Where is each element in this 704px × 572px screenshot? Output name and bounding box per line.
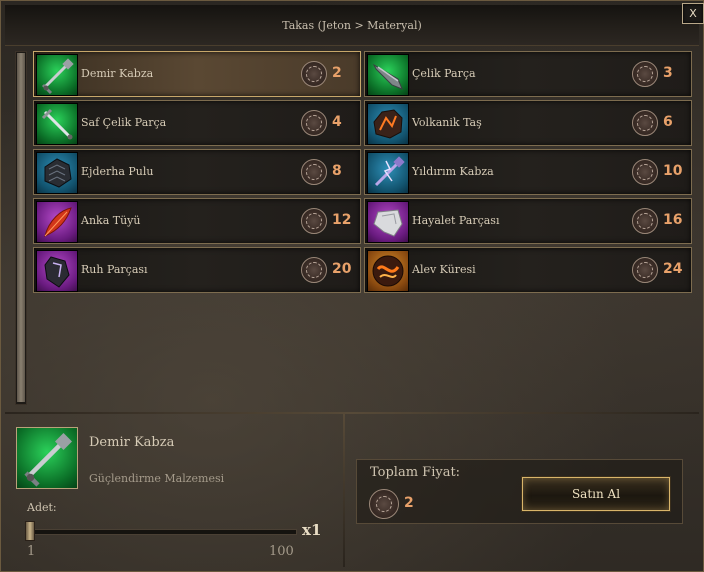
soul-fragment-icon [36,250,78,292]
item-price: 20 [332,261,352,277]
item-price: 6 [663,114,673,130]
item-price: 16 [663,212,683,228]
token-coin-icon [632,159,658,185]
item-slot[interactable]: Saf Çelik Parça 4 [33,100,361,146]
item-list-scrollbar[interactable] [15,51,27,405]
buy-button[interactable]: Satın Al [522,477,670,511]
flame-orb-icon [367,250,409,292]
quantity-min-label: 1 [27,544,36,559]
item-slot[interactable]: Volkanik Taş 6 [364,100,692,146]
trade-window: Takas (Jeton > Materyal) X Demir Kabza 2 Ç… [0,0,704,572]
total-price-value: 2 [404,495,414,511]
steel-piece-icon [367,54,409,96]
token-coin-icon [301,208,327,234]
divider [343,414,345,567]
quantity-slider-handle[interactable] [25,521,35,541]
item-price: 24 [663,261,683,277]
lightning-hilt-icon [367,152,409,194]
selected-item-icon [16,427,78,489]
close-button[interactable]: X [682,3,704,24]
item-slot[interactable]: Ruh Parçası 20 [33,247,361,293]
divider [5,412,699,414]
item-price: 12 [332,212,352,228]
item-price: 10 [663,163,683,179]
item-name: Ejderha Pulu [81,165,154,178]
iron-hilt-icon [36,54,78,96]
item-slot[interactable]: Anka Tüyü 12 [33,198,361,244]
selected-item-type: Güçlendirme Malzemesi [89,472,225,485]
item-name: Saf Çelik Parça [81,116,167,129]
scrollbar-thumb[interactable] [17,53,25,402]
window-title: Takas (Jeton > Materyal) [282,19,422,32]
token-coin-icon [632,208,658,234]
pure-steel-piece-icon [36,103,78,145]
item-price: 8 [332,163,342,179]
selected-item-name: Demir Kabza [89,435,175,450]
token-coin-icon [301,61,327,87]
item-slot[interactable]: Çelik Parça 3 [364,51,692,97]
quantity-slider-track[interactable] [27,529,297,535]
item-slot[interactable]: Alev Küresi 24 [364,247,692,293]
item-slot[interactable]: Ejderha Pulu 8 [33,149,361,195]
title-bar[interactable]: Takas (Jeton > Materyal) [5,5,699,46]
item-name: Ruh Parçası [81,263,148,276]
token-coin-icon [369,489,399,519]
item-price: 2 [332,65,342,81]
dragon-scale-icon [36,152,78,194]
token-coin-icon [301,257,327,283]
quantity-max-label: 100 [269,544,294,559]
token-coin-icon [632,257,658,283]
token-coin-icon [632,61,658,87]
item-slot[interactable]: Hayalet Parçası 16 [364,198,692,244]
quantity-label: Adet: [27,501,57,514]
item-price: 3 [663,65,673,81]
item-name: Anka Tüyü [81,214,141,227]
item-name: Çelik Parça [412,67,476,80]
phoenix-feather-icon [36,201,78,243]
token-coin-icon [632,110,658,136]
token-coin-icon [301,159,327,185]
quantity-value: x1 [302,521,322,539]
token-coin-icon [301,110,327,136]
item-slot[interactable]: Demir Kabza 2 [33,51,361,97]
item-name: Volkanik Taş [412,116,482,129]
item-name: Demir Kabza [81,67,154,80]
item-name: Yıldırım Kabza [412,165,494,178]
item-price: 4 [332,114,342,130]
item-name: Hayalet Parçası [412,214,500,227]
volcanic-stone-icon [367,103,409,145]
item-slot[interactable]: Yıldırım Kabza 10 [364,149,692,195]
ghost-fragment-icon [367,201,409,243]
item-name: Alev Küresi [412,263,476,276]
total-price-label: Toplam Fiyat: [370,465,461,480]
